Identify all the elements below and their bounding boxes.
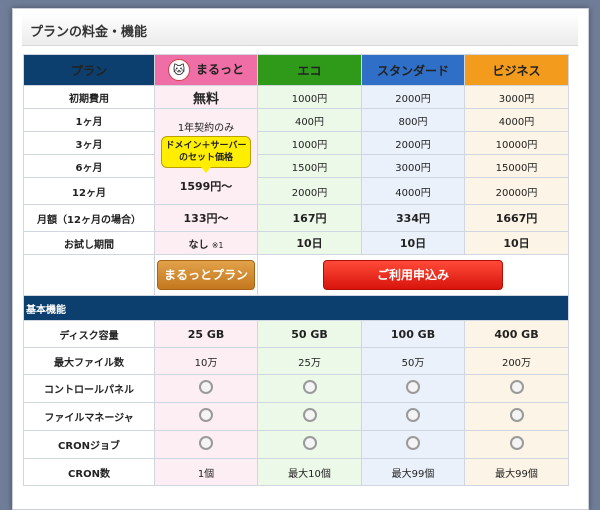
eco-maxfiles: 25万 [257,347,362,375]
eco-monthly: 167円 [257,204,362,232]
marutto-trial: なし ※1 [154,231,258,255]
circle-icon [509,436,524,450]
marutto-plan-button[interactable]: まるっとプラン [157,260,255,290]
marutto-maxfiles: 10万 [154,347,258,375]
row-label-croncount: CRON数 [23,458,155,486]
badge-line2: のセット価格 [178,153,233,163]
row-label-monthly: 月額（12ヶ月の場合） [23,204,155,232]
circle-icon [406,408,420,422]
eco-trial: 10日 [257,231,362,255]
marutto-monthly: 133円～ [154,204,258,232]
business-3month: 10000円 [464,131,569,155]
circle-icon [302,380,317,394]
row-label-12month: 12ヶ月 [23,177,155,205]
eco-disk: 50 GB [257,320,362,348]
row-label-filemgr: ファイルマネージャ [23,402,155,431]
standard-3month: 2000円 [361,131,465,155]
business-maxfiles: 200万 [464,347,569,375]
business-cron [464,430,569,459]
business-initial: 3000円 [464,85,569,109]
header-eco: エコ [257,54,362,86]
business-croncount: 最大99個 [464,458,569,486]
marutto-cron [154,430,258,459]
marutto-croncount: 1個 [154,458,258,486]
circle-icon [509,408,524,422]
row-label-maxfiles: 最大ファイル数 [23,347,155,375]
standard-monthly: 334円 [361,204,465,232]
business-12month: 20000円 [464,177,569,205]
apply-button-cell: ご利用申込み [257,254,569,296]
standard-1month: 800円 [361,108,465,132]
apply-button[interactable]: ご利用申込み [323,260,503,290]
row-label-disk: ディスク容量 [23,320,155,348]
row-label-trial: お試し期間 [23,231,155,255]
eco-3month: 1000円 [257,131,362,155]
standard-trial: 10日 [361,231,465,255]
eco-filemgr [257,402,362,431]
business-monthly: 1667円 [464,204,569,232]
set-price-badge: ドメイン＋サーバー のセット価格 [160,136,252,173]
row-label-3month: 3ヶ月 [23,131,155,155]
standard-cron [361,430,465,459]
eco-12month: 2000円 [257,177,362,205]
marutto-disk: 25 GB [154,320,258,348]
marutto-price: 1599円～ [179,180,233,193]
standard-6month: 3000円 [361,154,465,178]
eco-1month: 400円 [257,108,362,132]
marutto-trial-note: ※1 [211,240,224,250]
circle-icon [302,436,317,450]
standard-cpanel [361,374,465,403]
standard-croncount: 最大99個 [361,458,465,486]
marutto-cpanel [154,374,258,403]
circle-icon [199,408,213,422]
eco-initial: 1000円 [257,85,362,109]
header-marutto: 🐱 まるっと [154,54,258,86]
row-label-cpanel: コントロールパネル [23,374,155,403]
row-label-6month: 6ヶ月 [23,154,155,178]
circle-icon [199,436,213,450]
standard-initial: 2000円 [361,85,465,109]
button-row-label [23,254,155,296]
standard-12month: 4000円 [361,177,465,205]
marutto-trial-value: なし [188,239,209,251]
marutto-merged-pricing: 1年契約のみ ドメイン＋サーバー のセット価格 1599円～ [154,108,258,205]
business-filemgr [464,402,569,431]
standard-filemgr [361,402,465,431]
badge-line1: ドメイン＋サーバー [165,141,247,151]
header-plan: プラン [23,54,155,86]
circle-icon [406,380,420,394]
title-bar: プランの料金・機能 [22,13,578,46]
standard-disk: 100 GB [361,320,465,348]
marutto-initial: 無料 [154,85,258,109]
eco-cpanel [257,374,362,403]
circle-icon [302,408,317,422]
page-title: プランの料金・機能 [30,25,148,40]
business-1month: 4000円 [464,108,569,132]
section-basic-features: 基本機能 [23,295,569,321]
plans-panel: プランの料金・機能 プラン 🐱 まるっと エコ スタンダード ビジネス 初期費用 … [12,8,589,510]
row-label-cron: CRONジョブ [23,430,155,459]
marutto-filemgr [154,402,258,431]
eco-6month: 1500円 [257,154,362,178]
business-cpanel [464,374,569,403]
circle-icon [406,436,420,450]
circle-icon [199,380,213,394]
header-business: ビジネス [464,54,569,86]
business-6month: 15000円 [464,154,569,178]
eco-croncount: 最大10個 [257,458,362,486]
plan-comparison-table: プラン 🐱 まるっと エコ スタンダード ビジネス 初期費用 無料 1000円 2… [23,54,569,486]
eco-cron [257,430,362,459]
row-label-initial: 初期費用 [23,85,155,109]
header-standard: スタンダード [361,54,465,86]
marutto-button-cell: まるっとプラン [154,254,258,296]
row-label-1month: 1ヶ月 [23,108,155,132]
marutto-contract-note: 1年契約のみ [177,123,235,134]
business-trial: 10日 [464,231,569,255]
circle-icon [509,380,524,394]
cat-mascot-icon: 🐱 [167,59,190,81]
header-marutto-label: まるっと [195,62,244,77]
business-disk: 400 GB [464,320,569,348]
standard-maxfiles: 50万 [361,347,465,375]
